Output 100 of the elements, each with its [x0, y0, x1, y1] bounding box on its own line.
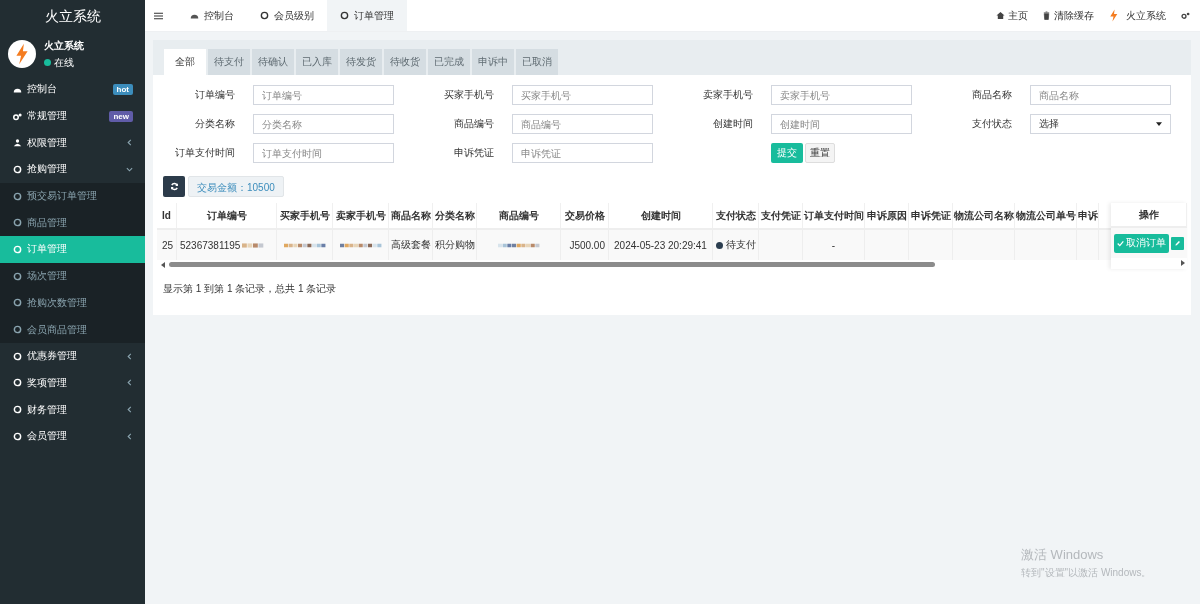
column-header: 订单编号: [177, 203, 277, 228]
gears-icon: [13, 111, 22, 121]
pencil-icon: [1174, 239, 1181, 247]
field-label: 分类名称: [194, 117, 235, 131]
filter-tab[interactable]: 已入库: [296, 49, 338, 75]
table-cell: -: [831, 239, 836, 251]
table-cell: 2024-05-23 20:29:41: [614, 239, 707, 251]
chevron-down-icon: [126, 165, 133, 173]
column-header: 买家手机号: [277, 203, 333, 228]
page-tab[interactable]: 订单管理: [327, 0, 407, 31]
circle-icon: [13, 378, 22, 388]
submenu-item[interactable]: 会员商品管理: [0, 316, 145, 343]
reset-button[interactable]: 重置: [805, 143, 835, 163]
field-label: 订单编号: [194, 88, 235, 102]
submenu-item[interactable]: 抢购次数管理: [0, 289, 145, 317]
column-header: 申诉: [1077, 203, 1099, 228]
filter-tab[interactable]: 待确认: [252, 49, 294, 75]
lightning-icon: [1108, 9, 1119, 22]
filter-tab[interactable]: 全部: [164, 49, 206, 75]
scroll-right-icon[interactable]: [1181, 259, 1185, 266]
field-label: 商品编号: [453, 117, 494, 131]
input-field[interactable]: 分类名称: [253, 114, 394, 134]
submenu-item[interactable]: 商品管理: [0, 209, 145, 237]
input-field[interactable]: 订单支付时间: [253, 143, 394, 163]
column-header: 支付凭证: [759, 203, 803, 228]
users-icon: [13, 138, 22, 148]
filter-tab[interactable]: 待发货: [340, 49, 382, 75]
pagination-info: 显示第 1 到第 1 条记录，总共 1 条记录: [163, 282, 338, 296]
column-header: 申诉凭证: [909, 203, 953, 228]
chevron-left-icon: [126, 139, 133, 147]
column-header: 卖家手机号: [333, 203, 389, 228]
menu-icon[interactable]: [154, 11, 163, 20]
trash-icon: [1042, 11, 1051, 20]
menu-item[interactable]: 优惠券管理: [0, 342, 145, 370]
chevron-left-icon: [126, 406, 133, 414]
chevron-left-icon: [126, 352, 133, 360]
online-status: 在线: [54, 55, 74, 70]
activation-title: 激活 Windows: [1021, 546, 1105, 564]
page-tab[interactable]: 控制台: [177, 0, 247, 31]
column-header: 创建时间: [609, 203, 713, 228]
circle-icon: [340, 11, 349, 20]
menu-item[interactable]: 会员管理: [0, 422, 145, 450]
menu-item[interactable]: 奖项管理: [0, 369, 145, 397]
gears-icon[interactable]: [1181, 11, 1190, 20]
filter-tab[interactable]: 已取消: [516, 49, 558, 75]
table-cell: J500.00: [569, 239, 605, 251]
input-field[interactable]: 订单编号: [253, 85, 394, 105]
input-field[interactable]: 商品编号: [512, 114, 653, 134]
input-field[interactable]: 商品名称: [1030, 85, 1171, 105]
field-label: 创建时间: [712, 117, 753, 131]
menu-item[interactable]: 抢购管理: [0, 156, 145, 183]
column-header: 交易价格: [561, 203, 609, 228]
input-field[interactable]: 创建时间: [771, 114, 912, 134]
filter-tab[interactable]: 申诉中: [472, 49, 514, 75]
field-label: 订单支付时间: [174, 146, 235, 160]
column-header: 分类名称: [433, 203, 477, 228]
brand-title: 火立系统: [43, 7, 102, 26]
lightning-avatar-icon: [8, 40, 36, 68]
menu-badge: hot: [112, 83, 133, 95]
circle-icon: [13, 244, 22, 254]
field-label: 申诉凭证: [453, 146, 494, 160]
circle-icon: [13, 271, 22, 281]
field-label: 卖家手机号: [702, 88, 753, 102]
check-icon: [1117, 239, 1124, 247]
input-field[interactable]: 申诉凭证: [512, 143, 653, 163]
column-header: Id: [157, 203, 177, 228]
top-link[interactable]: 主页: [989, 0, 1035, 31]
menu-item[interactable]: 财务管理: [0, 396, 145, 423]
submenu-item[interactable]: 预交易订单管理: [0, 182, 145, 210]
page-tab[interactable]: 会员级别: [247, 0, 327, 31]
column-header: 支付状态: [713, 203, 759, 228]
column-header: 商品编号: [477, 203, 561, 228]
input-field[interactable]: 买家手机号: [512, 85, 653, 105]
top-link[interactable]: 火立系统: [1101, 0, 1173, 31]
menu-badge: new: [109, 110, 133, 122]
circle-icon: [13, 431, 22, 441]
total-amount: 交易金额：10500: [188, 176, 284, 197]
circle-icon: [13, 298, 22, 308]
circle-icon: [13, 351, 22, 361]
input-field[interactable]: 卖家手机号: [771, 85, 912, 105]
scroll-left-icon[interactable]: [161, 261, 165, 268]
submenu-item[interactable]: 场次管理: [0, 262, 145, 290]
menu-item[interactable]: 权限管理: [0, 129, 145, 157]
circle-icon: [13, 218, 22, 228]
column-header: 申诉原因: [865, 203, 909, 228]
filter-tab[interactable]: 待收货: [384, 49, 426, 75]
scrollbar-thumb[interactable]: [169, 262, 935, 267]
refresh-button[interactable]: [163, 176, 185, 197]
filter-tab[interactable]: 待支付: [208, 49, 250, 75]
menu-item[interactable]: 控制台 hot: [0, 76, 145, 103]
field-label: 支付状态: [971, 117, 1012, 131]
menu-item[interactable]: 常规管理 new: [0, 102, 145, 130]
circle-icon: [13, 164, 22, 174]
table-cell: 高级套餐: [390, 238, 431, 252]
select-field[interactable]: 选择: [1030, 114, 1171, 134]
filter-tab[interactable]: 已完成: [428, 49, 470, 75]
blurred-mosaic: [339, 242, 382, 248]
top-link[interactable]: 清除缓存: [1035, 0, 1101, 31]
status-dot: [715, 241, 723, 249]
home-icon: [996, 11, 1005, 20]
